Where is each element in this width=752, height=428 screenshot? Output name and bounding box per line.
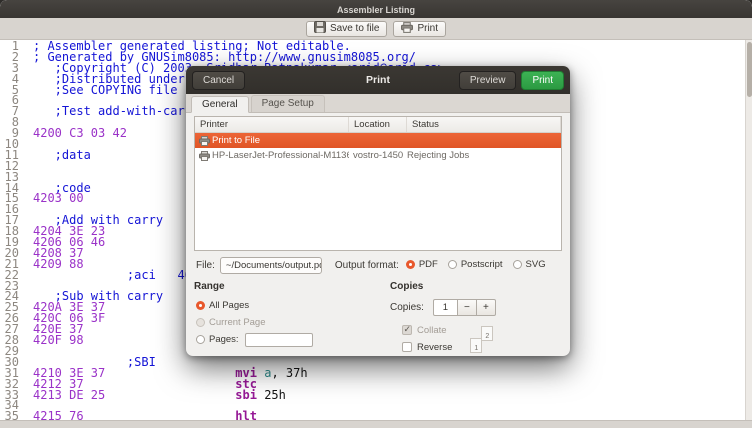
range-option-label: Pages: [209, 334, 239, 345]
dialog-tabs: GeneralPage Setup [186, 94, 570, 113]
collate-row: Collate [402, 323, 452, 337]
copies-increment-button[interactable]: + [477, 299, 496, 316]
scrollbar-thumb[interactable] [747, 42, 752, 97]
collate-label: Collate [417, 325, 447, 336]
printer-list-rows: Print to File HP-LaserJet-Professional-M1… [195, 133, 561, 163]
code-token: ;See COPYING file [33, 83, 178, 97]
file-chooser-button[interactable]: ~/Documents/output.pdf [220, 257, 322, 274]
code-line: 334213 DE 25 sbi 25h [0, 390, 752, 401]
printer-name: HP-LaserJet-Professional-M1136-MFP [212, 150, 349, 161]
save-to-file-label: Save to file [330, 23, 379, 34]
format-option-postscript[interactable]: Postscript [448, 259, 503, 270]
dialog-body: PrinterLocationStatus Print to File HP-La… [186, 113, 570, 358]
radio-pages[interactable] [196, 335, 205, 344]
collate-checkbox [402, 325, 412, 335]
range-options: All Pages Current Page Pages: [194, 299, 384, 346]
column-header-status[interactable]: Status [407, 117, 561, 132]
printer-icon [199, 136, 212, 146]
range-option-all-pages[interactable]: All Pages [194, 299, 384, 312]
format-option-label: Postscript [461, 259, 503, 270]
code-token: a [257, 366, 271, 380]
print-confirm-button[interactable]: Print [521, 71, 564, 90]
bottom-strip [0, 420, 752, 428]
tab-page-setup[interactable]: Page Setup [251, 95, 325, 112]
code-token: ;data [33, 148, 91, 162]
format-option-pdf[interactable]: PDF [406, 259, 438, 270]
copies-value[interactable]: 1 [433, 299, 458, 316]
range-option-label: Current Page [209, 317, 266, 328]
range-section: Range All Pages Current Page Pages: [194, 281, 384, 358]
column-header-location[interactable]: Location [349, 117, 407, 132]
code-token: 4215 76 [33, 409, 235, 420]
print-dialog: Print Cancel Preview Print GeneralPage S… [186, 66, 570, 356]
copies-label: Copies: [390, 302, 424, 313]
range-option-label: All Pages [209, 300, 249, 311]
pages-input[interactable] [245, 333, 313, 347]
assembler-listing-window: Assembler Listing Save to file Print 1; … [0, 0, 752, 428]
radio-all-pages[interactable] [196, 301, 205, 310]
toolbar: Save to file Print [0, 18, 752, 40]
collate-preview-page-2: 2 [481, 326, 493, 341]
code-token: 25h [257, 388, 286, 402]
cancel-button[interactable]: Cancel [192, 71, 245, 90]
copies-heading: Copies [390, 281, 562, 292]
printer-icon [401, 22, 413, 36]
header-actions: Preview Print [459, 71, 564, 90]
copies-checkbox-area: Collate Reverse 2 1 [390, 323, 562, 358]
printer-list-header: PrinterLocationStatus [195, 117, 561, 133]
code-token: sbi [235, 388, 257, 402]
reverse-label: Reverse [417, 342, 452, 353]
file-label: File: [196, 260, 215, 271]
range-option-current-page: Current Page [194, 316, 384, 329]
column-header-printer[interactable]: Printer [195, 117, 349, 132]
options-sections: Range All Pages Current Page Pages: Copies… [194, 281, 562, 358]
collate-preview: 2 1 [470, 326, 498, 358]
reverse-checkbox[interactable] [402, 342, 412, 352]
code-line: 35 4215 76 hlt [0, 411, 752, 420]
collate-preview-page-1: 1 [470, 338, 482, 353]
printer-row[interactable]: Print to File [195, 133, 561, 148]
printer-row[interactable]: HP-LaserJet-Professional-M1136-MFPvostro… [195, 148, 561, 163]
copies-section: Copies Copies: 1 − + Colla [384, 281, 562, 358]
format-option-label: PDF [419, 259, 438, 270]
copies-row: Copies: 1 − + [390, 299, 562, 316]
save-icon [314, 21, 326, 36]
copies-decrement-button[interactable]: − [458, 299, 477, 316]
print-dialog-header[interactable]: Print Cancel Preview Print [186, 66, 570, 94]
code-token: 4213 DE 25 [33, 388, 235, 402]
printer-status: Rejecting Jobs [407, 150, 561, 161]
preview-button[interactable]: Preview [459, 71, 517, 90]
radio-current-page [196, 318, 205, 327]
radio-svg[interactable] [513, 260, 522, 269]
printer-list: PrinterLocationStatus Print to File HP-La… [194, 116, 562, 251]
code-token: , 37h [271, 366, 307, 380]
code-token: 4203 00 [33, 191, 185, 205]
print-toolbar-button[interactable]: Print [393, 21, 446, 37]
code-token: ;aci 46h [33, 268, 199, 282]
window-title: Assembler Listing [337, 5, 415, 15]
copies-spinner: 1 − + [433, 299, 496, 316]
radio-postscript[interactable] [448, 260, 457, 269]
code-token: ;Test add-with-carry [33, 104, 199, 118]
save-to-file-button[interactable]: Save to file [306, 21, 387, 37]
format-option-svg[interactable]: SVG [513, 259, 546, 270]
printer-icon [199, 151, 212, 161]
file-row: File: ~/Documents/output.pdf Output form… [196, 257, 560, 274]
range-heading: Range [194, 281, 384, 292]
radio-pdf[interactable] [406, 260, 415, 269]
tab-general[interactable]: General [191, 96, 249, 113]
print-toolbar-label: Print [417, 23, 438, 34]
printer-location: vostro-1450 [349, 150, 407, 161]
reverse-row: Reverse [402, 340, 452, 354]
range-option-pages[interactable]: Pages: [194, 333, 384, 346]
output-format-label: Output format: [335, 260, 399, 271]
vertical-scrollbar[interactable] [745, 40, 752, 420]
window-titlebar[interactable]: Assembler Listing [0, 0, 752, 18]
printer-name: Print to File [212, 135, 349, 146]
code-token: hlt [235, 409, 257, 420]
line-number: 35 [0, 411, 19, 420]
output-format-options: PDF Postscript SVG [406, 259, 556, 272]
copies-checkbox-column: Collate Reverse [402, 323, 452, 357]
format-option-label: SVG [526, 259, 546, 270]
